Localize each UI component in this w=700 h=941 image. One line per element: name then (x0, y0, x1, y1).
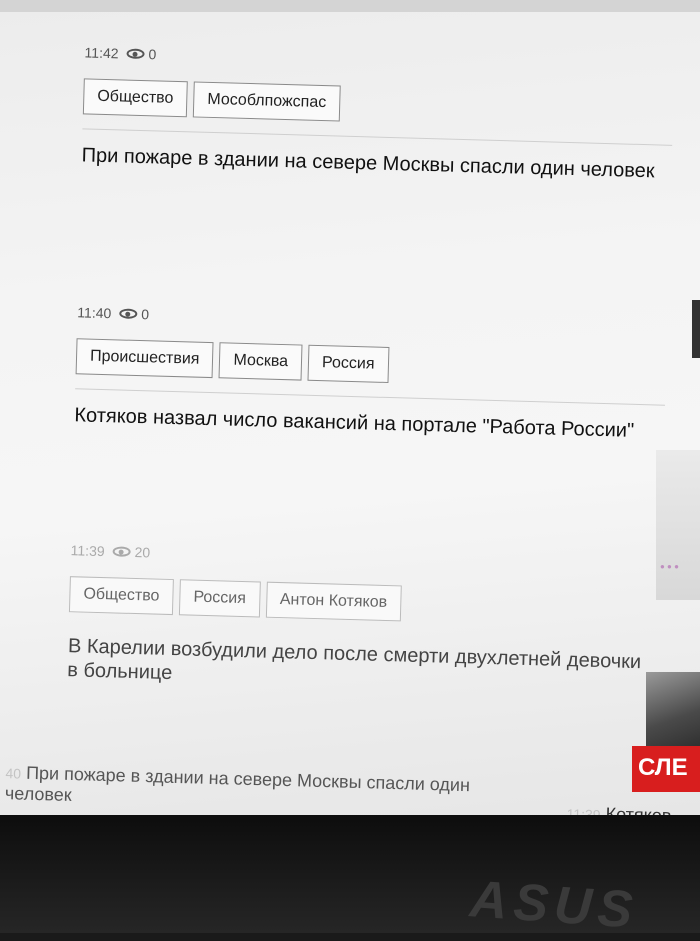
side-news-image[interactable] (646, 672, 700, 748)
item-meta: 11:42 0 (84, 42, 674, 78)
ticker-item[interactable]: 11:39 Котяков... "Работа... (566, 802, 700, 815)
tag-list: Общество Мособлпожспас (82, 78, 674, 130)
tag-button[interactable]: Антон Котяков (265, 581, 402, 622)
news-title-link[interactable]: Котяков назвал число вакансий на портале… (74, 403, 654, 443)
tag-button[interactable]: Россия (178, 579, 261, 618)
publish-time: 11:40 (77, 304, 112, 322)
tag-list: Общество Россия Антон Котяков (68, 576, 660, 628)
tag-button[interactable]: Россия (307, 344, 389, 383)
side-ad-thumbnail[interactable]: ● ● ● (656, 450, 700, 600)
eye-icon (119, 308, 138, 319)
divider (82, 128, 673, 146)
laptop-logo: ASUS (468, 870, 641, 940)
laptop-bezel: ASUS (0, 815, 700, 940)
view-count: 0 (141, 306, 150, 323)
eye-icon (112, 546, 131, 557)
tag-list: Происшествия Москва Россия (75, 338, 667, 390)
browser-screen: 11:42 0 Общество Мособлпожспас При пожар… (0, 0, 700, 815)
tag-button[interactable]: Мособлпожспас (192, 81, 341, 122)
ticker-item[interactable]: 40 При пожаре в здании на севере Москвы … (5, 762, 506, 815)
news-item: 11:39 20 Общество Россия Антон Котяков В… (67, 540, 661, 698)
item-meta: 11:39 20 (70, 540, 660, 576)
ad-label-dots: ● ● ● (660, 562, 679, 571)
eye-icon (126, 48, 145, 60)
news-title-link[interactable]: При пожаре в здании на севере Москвы спа… (81, 143, 661, 183)
ticker-text: При пожаре в здании на севере Москвы спа… (4, 762, 471, 806)
scrollbar-thumb[interactable] (692, 300, 700, 358)
view-count: 20 (134, 543, 151, 561)
publish-time: 11:42 (84, 44, 119, 62)
news-item: 11:40 0 Происшествия Москва Россия Котяк… (74, 302, 667, 443)
tag-button[interactable]: Общество (68, 576, 174, 616)
tag-button[interactable]: Общество (82, 78, 188, 118)
tag-button[interactable]: Происшествия (75, 338, 214, 379)
tag-button[interactable]: Москва (218, 342, 303, 381)
publish-time: 11:39 (70, 542, 105, 560)
news-feed: 11:42 0 Общество Мособлпожспас При пожар… (0, 0, 700, 815)
ticker-time: 40 (5, 765, 22, 782)
news-title-link[interactable]: В Карелии возбудили дело после смерти дв… (67, 634, 648, 698)
item-meta: 11:40 0 (77, 302, 667, 338)
divider (75, 388, 665, 406)
view-count: 0 (148, 46, 157, 63)
ticker-time: 11:39 (566, 805, 601, 815)
news-item: 11:42 0 Общество Мособлпожспас При пожар… (81, 42, 674, 183)
